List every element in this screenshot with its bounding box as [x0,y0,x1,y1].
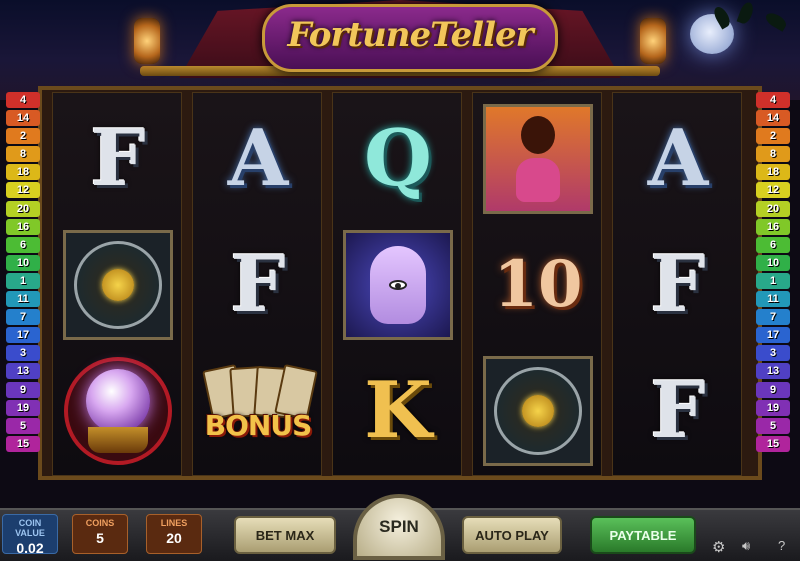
symbol-q: Q [364,113,432,204]
lantern-left [134,18,160,64]
speaker-icon[interactable]: 🔊︎ [742,538,750,554]
symbol-bonus: BONUS [199,351,318,471]
payline-number[interactable]: 17 [6,327,40,344]
payline-number[interactable]: 16 [6,218,40,235]
game-title: FortuneTeller [287,15,533,55]
symbol-10: 10 [493,247,583,322]
payline-number[interactable]: 18 [6,164,40,181]
symbol-f: F [230,239,286,330]
payline-number[interactable]: 15 [6,435,40,452]
payline-number[interactable]: 2 [6,128,40,145]
coin-value-display: COIN VALUE 0.02 [2,514,58,556]
payline-number[interactable]: 15 [756,435,790,452]
spin-button[interactable]: SPIN [353,494,445,560]
payline-indicators-left: 4 14 2 8 18 12 20 16 6 10 1 11 7 17 3 13 9 19 5 15 [6,92,42,454]
symbol-a: A [647,113,709,204]
payline-number[interactable]: 13 [6,363,40,380]
symbol-f: F [650,365,706,456]
coins-value: 5 [96,530,104,546]
symbol-zodiac-wheel [479,351,597,471]
reel-5: AFF [612,92,742,476]
reel-2: A F BONUS [192,92,322,476]
payline-number[interactable]: 9 [756,381,790,398]
gear-icon[interactable]: ⚙ [712,538,725,556]
payline-number[interactable]: 20 [6,200,40,217]
payline-number[interactable]: 9 [6,381,40,398]
payline-number[interactable]: 10 [6,254,40,271]
payline-number[interactable]: 4 [6,92,40,108]
payline-number[interactable]: 1 [756,272,790,289]
payline-number[interactable]: 20 [756,200,790,217]
payline-number[interactable]: 7 [6,309,40,326]
paytable-button[interactable]: PAYTABLE [590,516,696,554]
lantern-right [640,18,666,64]
payline-number[interactable]: 14 [6,110,40,127]
payline-number[interactable]: 7 [756,309,790,326]
bet-max-button[interactable]: BET MAX [234,516,336,554]
payline-number[interactable]: 19 [756,399,790,416]
payline-number[interactable]: 12 [6,182,40,199]
reel-1: F [52,92,182,476]
payline-number[interactable]: 8 [756,146,790,163]
payline-number[interactable]: 6 [6,236,40,253]
payline-number[interactable]: 14 [756,110,790,127]
payline-number[interactable]: 3 [6,345,40,362]
auto-play-button[interactable]: AUTO PLAY [462,516,562,554]
payline-number[interactable]: 2 [756,128,790,145]
payline-number[interactable]: 18 [756,164,790,181]
symbol-palm-eye [339,225,457,345]
game-logo: FortuneTeller [262,4,558,72]
reel-4: 10 [472,92,602,476]
coins-label: COINS [85,518,115,528]
symbol-zodiac-wheel [59,225,177,345]
symbol-f: F [650,239,706,330]
symbol-f: F [90,113,146,204]
payline-number[interactable]: 8 [6,146,40,163]
symbol-fortune-teller-dancer [479,99,597,219]
payline-indicators-right: 4 14 2 8 18 12 20 16 6 10 1 11 7 17 3 13 9 19 5 15 [756,92,792,454]
payline-number[interactable]: 11 [756,291,790,308]
payline-number[interactable]: 11 [6,291,40,308]
reel-3: QK [332,92,462,476]
payline-number[interactable]: 16 [756,218,790,235]
lines-display[interactable]: LINES 20 [146,514,202,554]
payline-number[interactable]: 5 [756,417,790,434]
payline-number[interactable]: 17 [756,327,790,344]
payline-number[interactable]: 13 [756,363,790,380]
symbol-k: K [364,365,432,456]
payline-number[interactable]: 5 [6,417,40,434]
payline-number[interactable]: 4 [756,92,790,108]
help-button[interactable]: ? [778,538,785,553]
payline-number[interactable]: 19 [6,399,40,416]
coin-value: 0.02 [16,540,44,556]
payline-number[interactable]: 3 [756,345,790,362]
bonus-label: BONUS [204,409,312,442]
payline-number[interactable]: 6 [756,236,790,253]
lines-label: LINES [160,518,188,528]
lines-value: 20 [166,530,182,546]
payline-number[interactable]: 10 [756,254,790,271]
symbol-crystal-ball [59,351,177,471]
symbol-a: A [227,113,289,204]
payline-number[interactable]: 12 [756,182,790,199]
coins-display[interactable]: COINS 5 [72,514,128,554]
coin-value-label: COIN VALUE [15,518,45,538]
payline-number[interactable]: 1 [6,272,40,289]
